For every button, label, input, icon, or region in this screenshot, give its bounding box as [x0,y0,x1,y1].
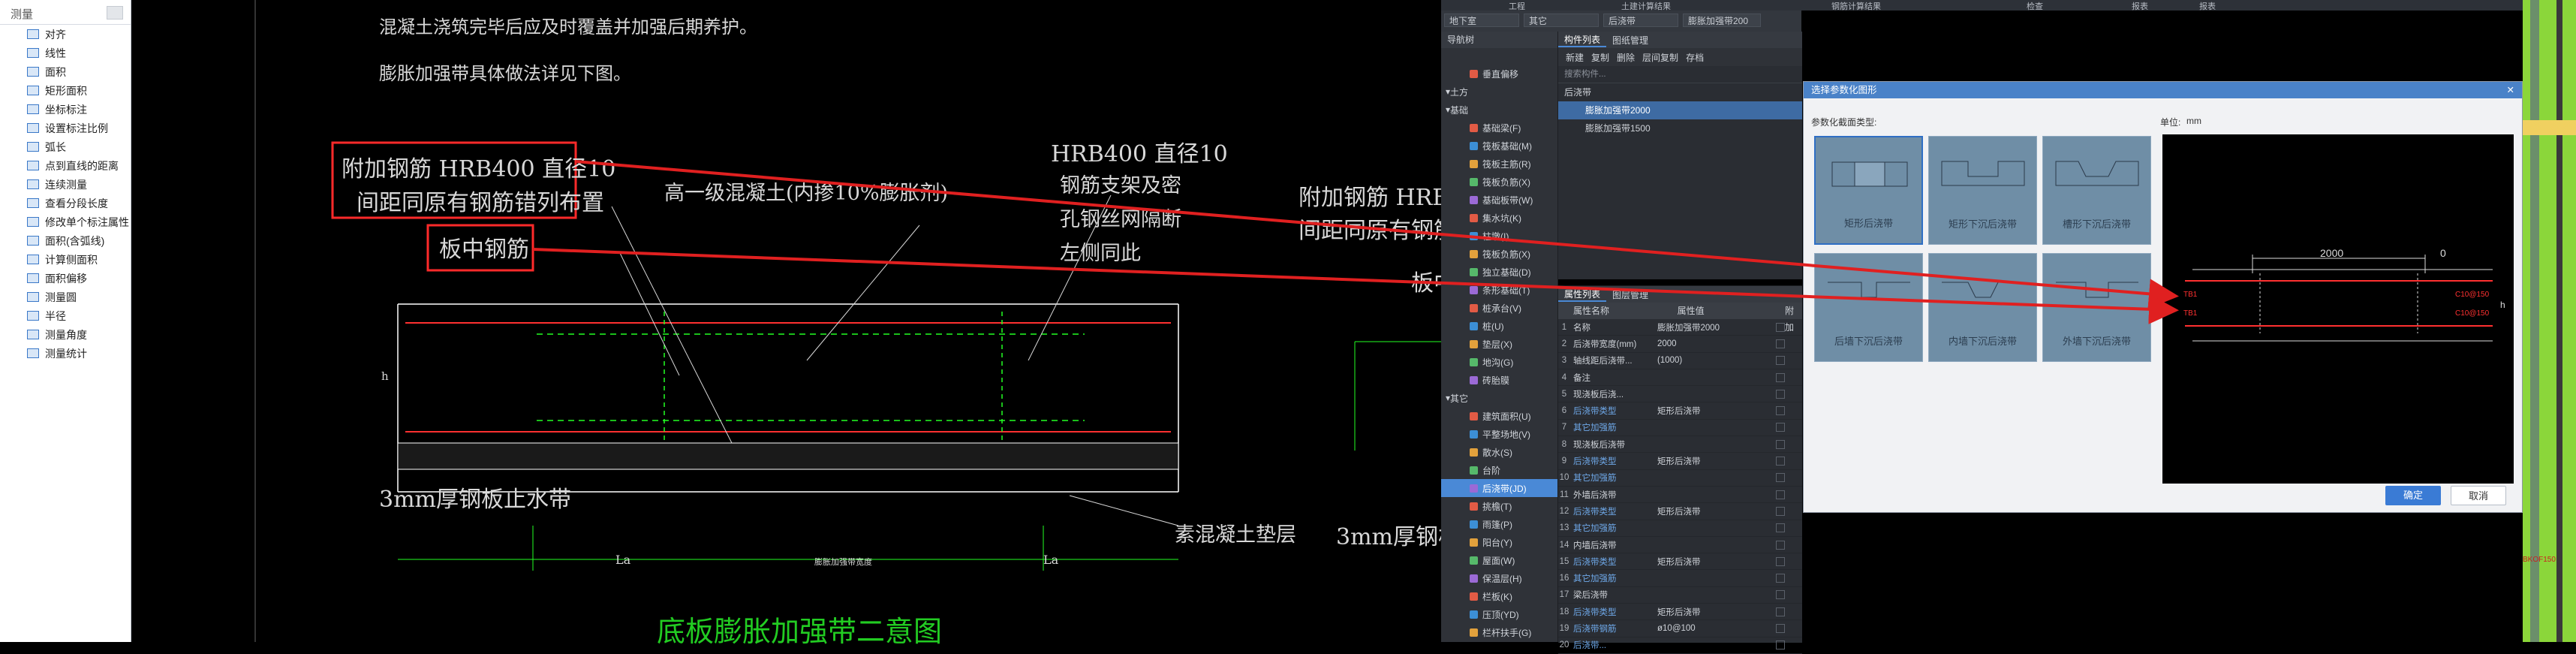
plan-column-band [2530,0,2539,642]
plan-beam-band [2556,0,2562,642]
arrow-rebar-to-preview [575,160,2179,309]
property-row-number: 20 [1559,640,1569,650]
arrow-plate-to-preview [532,248,2179,324]
extra-checkbox[interactable] [1776,640,1785,650]
annotation-overlay [532,160,2179,324]
plan-svg [2523,0,2576,642]
plan-label: BKOF150 [2523,556,2556,564]
plan-strip [2523,120,2576,135]
plan-view-fragment[interactable]: BKOF150 [2523,0,2576,642]
